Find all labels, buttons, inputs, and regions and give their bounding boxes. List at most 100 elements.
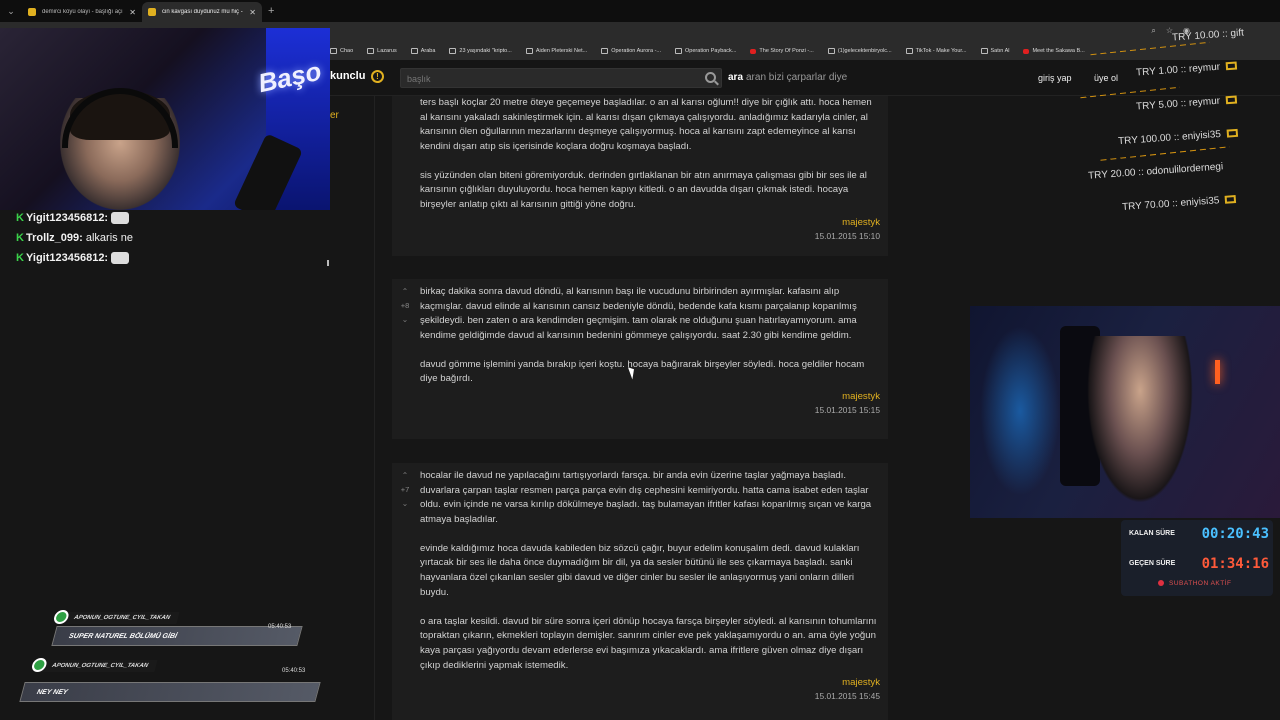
chat-message: K Yigit123456812: <box>16 248 316 268</box>
bookmark-item[interactable]: Satın Al <box>980 48 1009 54</box>
donation-feed: TRY 10.00 :: gift TRY 1.00 :: reymur TRY… <box>1080 28 1280 228</box>
upvote-icon[interactable]: ⌃ <box>398 469 412 483</box>
streamer-webcam: Başo <box>0 28 330 210</box>
tab-search-icon[interactable]: ⌄ <box>0 0 22 22</box>
entry-author[interactable]: majestyk <box>420 217 880 228</box>
gift-icon <box>1225 95 1238 105</box>
tab-close-icon[interactable]: ✕ <box>129 8 136 17</box>
emote-icon <box>111 212 130 225</box>
search-button[interactable]: ara <box>728 72 743 83</box>
entry-date[interactable]: 15.01.2015 15:45 <box>420 691 880 701</box>
emote-icon <box>111 252 130 265</box>
donation-item: TRY 5.00 :: reymur <box>1136 94 1238 113</box>
chat-username: Yigit123456812: <box>25 252 109 264</box>
bookmark-item[interactable]: Operation Payback... <box>675 48 736 54</box>
alert-time: 05:40:53 <box>268 624 292 630</box>
search-input[interactable] <box>401 70 721 88</box>
alert-message: NEY NEY <box>19 682 321 702</box>
search-box <box>400 68 722 88</box>
streak-line <box>1080 86 1180 99</box>
entry-paragraph: davud gömme işlemini yanda bırakıp içeri… <box>420 358 865 385</box>
folder-icon <box>367 48 375 54</box>
user-badge-icon <box>52 610 71 624</box>
person-figure <box>1080 336 1200 518</box>
gift-icon <box>1225 195 1237 205</box>
live-dot-icon <box>1158 580 1164 586</box>
bookmark-item[interactable]: Meet the Sakawa B... <box>1023 48 1085 54</box>
timer-remaining-label: KALAN SÜRE <box>1129 530 1175 537</box>
vote-widget: ⌃ +7 ⌄ <box>398 469 412 511</box>
bookmark-item[interactable]: Aiden Pleterski Net... <box>525 48 587 54</box>
bookmark-item[interactable]: Chao <box>330 48 353 54</box>
tab-favicon-icon <box>148 8 156 16</box>
browser-tab-active[interactable]: cin kavgası duydunuz mu hiç - ✕ <box>142 2 262 22</box>
page-icon <box>675 48 683 54</box>
entry-paragraph: birkaç dakika sonra davud döndü, al karı… <box>420 286 857 341</box>
chat-scrollbar[interactable] <box>327 260 329 266</box>
entry-paragraph: hocalar ile davud ne yapılacağını tartış… <box>420 470 872 525</box>
second-webcam <box>970 306 1280 518</box>
entry-date[interactable]: 15.01.2015 15:10 <box>420 231 880 241</box>
entry-paragraph: ters başlı koçlar 20 metre öteye geçemey… <box>420 97 872 152</box>
entry-author[interactable]: majestyk <box>420 391 880 402</box>
gift-icon <box>1226 129 1239 138</box>
chat-message: K Trollz_099: alkaris ne <box>16 228 316 248</box>
tab-favicon-icon <box>28 8 36 16</box>
donation-item: TRY 100.00 :: eniyisi35 <box>1118 128 1239 147</box>
bookmark-item[interactable]: The Story Of Ponzi -... <box>750 48 814 54</box>
alert-notifications: APONUN_OGTUNE_CYIL_TAKAN SUPER NATUREL B… <box>14 606 324 720</box>
subathon-timer: KALAN SÜRE 00:20:43 GEÇEN SÜRE 01:34:16 … <box>1121 520 1273 596</box>
youtube-icon <box>750 48 757 54</box>
timer-elapsed-label: GEÇEN SÜRE <box>1129 560 1176 567</box>
bookmark-item[interactable]: 23 yaşındaki "kripto... <box>449 48 512 54</box>
donation-item: TRY 1.00 :: reymur <box>1136 60 1238 79</box>
tab-close-icon[interactable]: ✕ <box>249 8 256 17</box>
alert-message: SUPER NATUREL BÖLÜMÜ GİBİ <box>51 626 303 646</box>
user-badge-icon <box>30 658 49 672</box>
entry-author[interactable]: majestyk <box>420 677 880 688</box>
bookmark-item[interactable]: Operation Aurora -... <box>601 48 661 54</box>
chat-username: Trollz_099: <box>25 232 83 244</box>
site-brand[interactable]: kunclu <box>330 70 365 82</box>
new-tab-icon[interactable]: + <box>268 5 274 17</box>
search-icon[interactable] <box>705 72 716 83</box>
folder-icon <box>449 48 457 54</box>
bookmark-item[interactable]: TikTok - Make Your... <box>905 48 967 54</box>
timer-remaining-value: 00:20:43 <box>1201 526 1269 542</box>
browser-tab-bar: ⌄ demirci köyü olayı - başlığı açı ✕ cin… <box>0 0 1280 22</box>
entry-paragraph: evinde kaldığımız hoca davuda kabileden … <box>420 542 860 598</box>
info-icon[interactable]: ! <box>371 70 384 83</box>
folder-icon <box>410 48 418 54</box>
donation-item: TRY 70.00 :: eniyisi35 <box>1122 194 1237 213</box>
timer-elapsed-value: 01:34:16 <box>1201 556 1269 572</box>
page-icon <box>601 48 609 54</box>
tab-title: demirci köyü olayı - başlığı açı <box>42 9 123 15</box>
alert-user-tag: APONUN_OGTUNE_CYIL_TAKAN <box>52 610 180 624</box>
stream-chat: K Yigit123456812: K Trollz_099: alkaris ne… <box>16 208 316 268</box>
timer-elapsed: GEÇEN SÜRE 01:34:16 <box>1129 554 1269 578</box>
chat-username: Yigit123456812: <box>25 212 109 224</box>
page-icon <box>525 48 533 54</box>
downvote-icon[interactable]: ⌄ <box>398 497 412 511</box>
screen: { "browser": { "tabs": [ {"title": "demi… <box>0 0 1280 720</box>
background-light <box>980 326 1060 496</box>
vote-count: +8 <box>400 301 410 310</box>
chat-badge-icon: K <box>16 252 24 264</box>
streak-line <box>1090 41 1210 56</box>
bookmark-item[interactable]: (1)gelecektenbiryolc... <box>827 48 892 54</box>
upvote-icon[interactable]: ⌃ <box>398 285 412 299</box>
entry-date[interactable]: 15.01.2015 15:15 <box>420 405 880 415</box>
timer-remaining: KALAN SÜRE 00:20:43 <box>1129 524 1269 548</box>
downvote-icon[interactable]: ⌄ <box>398 313 412 327</box>
entry-paragraph: o ara taşlar kesildi. davud bir süre son… <box>420 615 877 671</box>
bookmark-item[interactable]: Lazarus <box>367 48 397 54</box>
bookmark-item[interactable]: Araba <box>410 48 435 54</box>
entry: ⌃ +7 ⌄ hocalar ile davud ne yapılacağını… <box>392 463 888 720</box>
browser-tab[interactable]: demirci köyü olayı - başlığı açı ✕ <box>22 2 142 22</box>
search-hint: aran bizi çarparlar diye <box>746 72 848 83</box>
alert-user-tag: APONUN_OGTUNE_CYIL_TAKAN <box>30 658 158 672</box>
youtube-icon <box>1023 48 1030 54</box>
login-link[interactable]: giriş yap <box>1038 73 1072 83</box>
headset-icon <box>62 88 178 148</box>
entry: ⌃ +8 ⌄ birkaç dakika sonra davud döndü, … <box>392 279 888 439</box>
